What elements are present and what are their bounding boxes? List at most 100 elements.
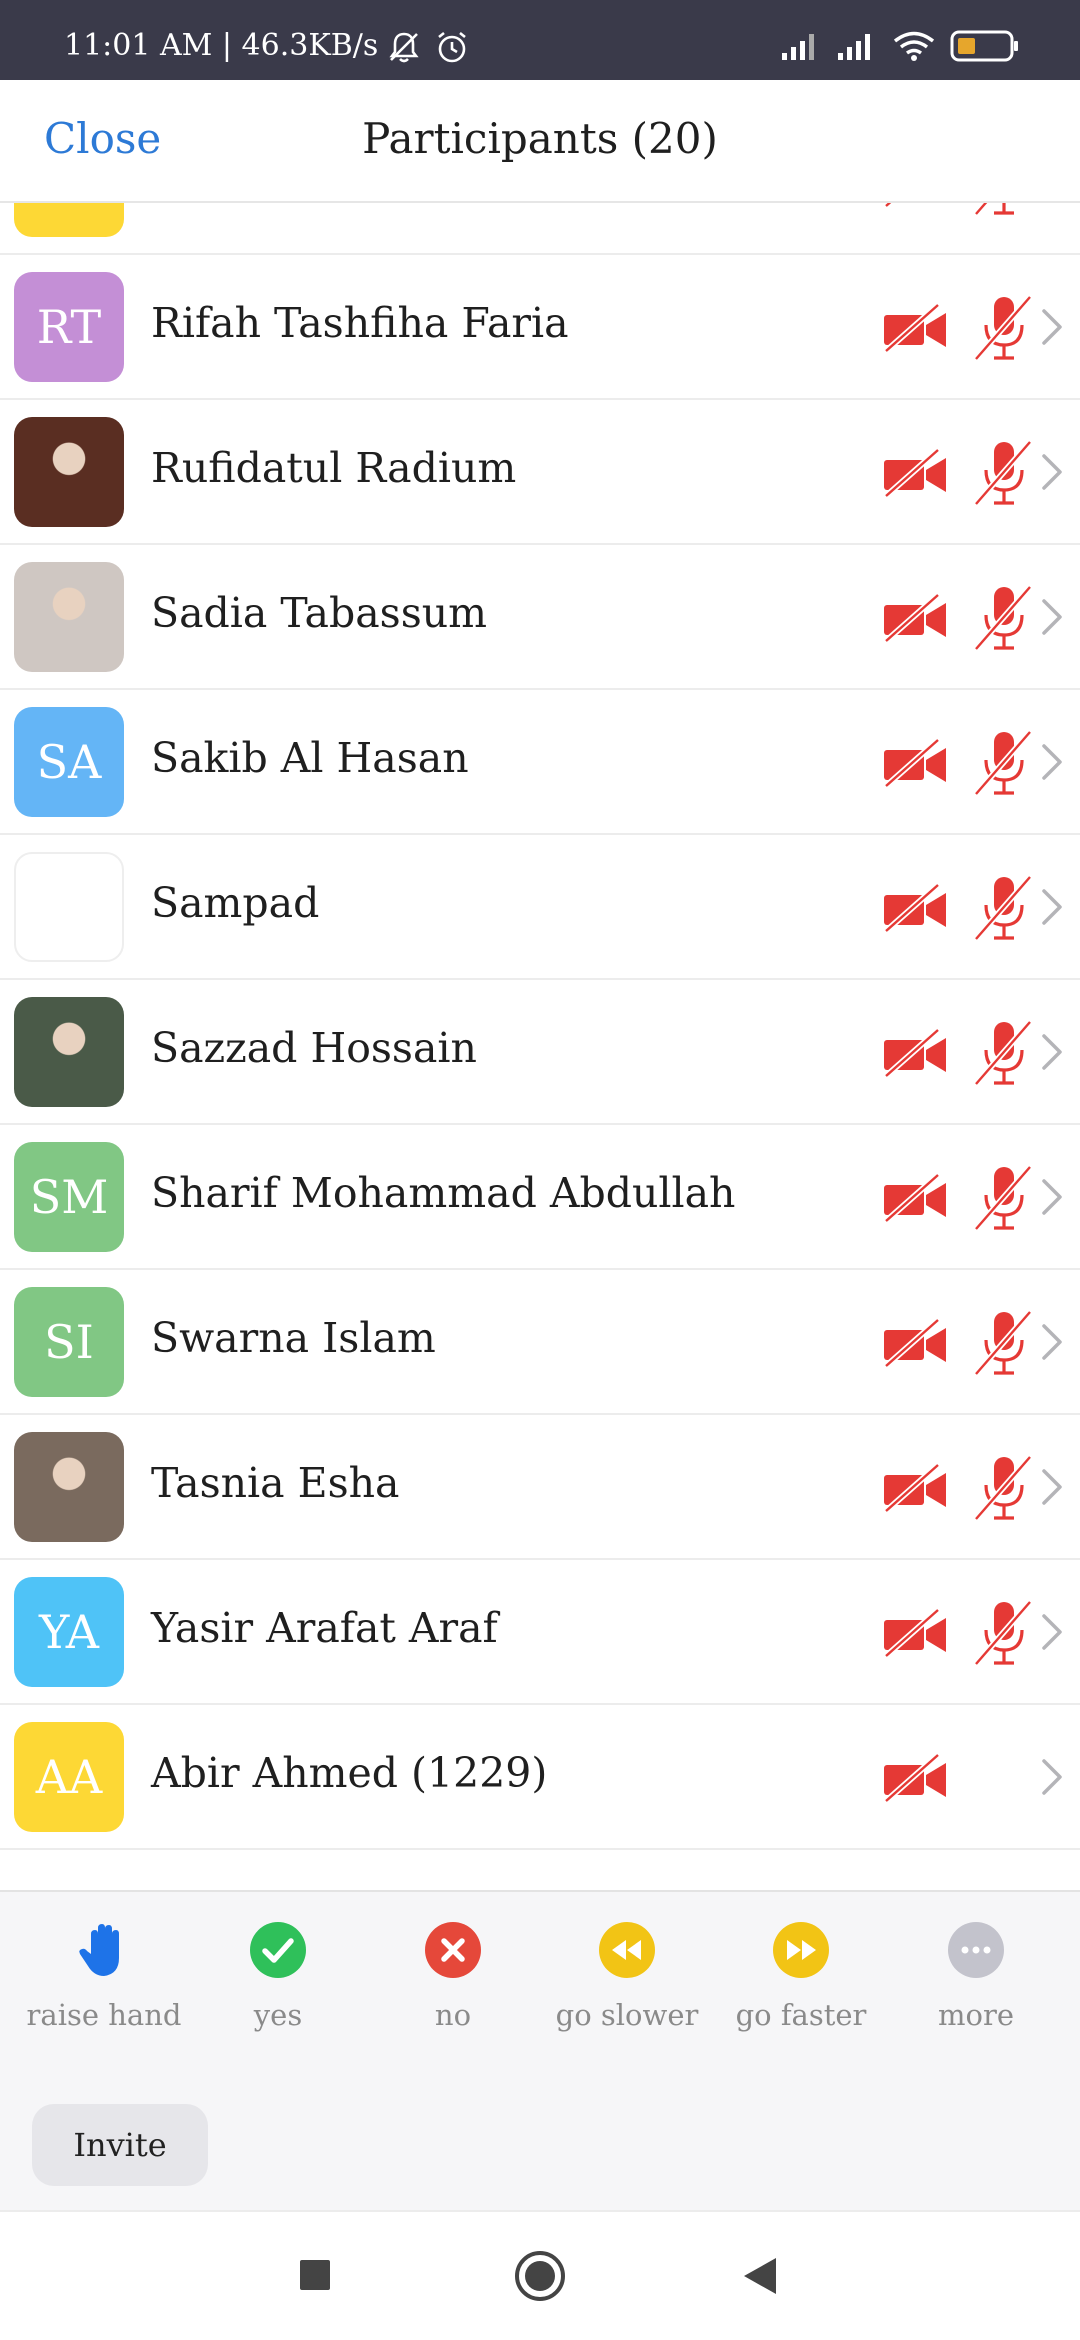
go-slower-button[interactable]: go slower [547, 1920, 707, 2032]
video-off-icon [882, 447, 948, 499]
chevron-right-icon[interactable] [1040, 1612, 1064, 1652]
participant-row[interactable]: SI Swarna Islam [0, 1270, 1080, 1415]
participant-list[interactable]: RIRakibul Islam RT Rifah Tashfiha Faria Ruf… [0, 203, 1080, 1890]
video-off-icon [882, 592, 948, 644]
video-off-icon [882, 1172, 948, 1224]
participant-row[interactable]: Tasnia Esha [0, 1415, 1080, 1560]
avatar-initials: RT [14, 272, 124, 382]
alarm-icon [438, 31, 466, 63]
video-off-icon [882, 882, 948, 934]
participant-row[interactable]: Sadia Tabassum [0, 545, 1080, 690]
chevron-right-icon[interactable] [1040, 307, 1064, 347]
signal-icon [782, 34, 814, 60]
video-off-icon [882, 1607, 948, 1659]
video-off-icon [882, 302, 948, 354]
participant-row[interactable]: SM Sharif Mohammad Abdullah [0, 1125, 1080, 1270]
video-off-icon [882, 1462, 948, 1514]
yes-button[interactable]: yes [198, 1920, 358, 2032]
fast-forward-icon [773, 1922, 829, 1978]
raise-hand-icon [79, 1924, 119, 1976]
participant-name: Sazzad Hossain [151, 1024, 477, 1072]
participant-name: Swarna Islam [151, 1314, 436, 1362]
mic-muted-icon [972, 873, 1036, 943]
battery-icon [950, 30, 1018, 62]
chevron-right-icon[interactable] [1040, 452, 1064, 492]
yes-label: yes [253, 1998, 303, 2032]
circle-home-icon[interactable] [514, 2250, 566, 2302]
check-icon [250, 1922, 306, 1978]
back-triangle-icon[interactable] [742, 2256, 778, 2296]
more-button[interactable]: more [896, 1920, 1056, 2032]
mic-muted-icon [972, 1598, 1036, 1668]
mic-muted-icon [972, 438, 1036, 508]
participant-row[interactable]: SA Sakib Al Hasan [0, 690, 1080, 835]
close-icon [425, 1922, 481, 1978]
participant-name: Sakib Al Hasan [151, 734, 469, 782]
chevron-right-icon[interactable] [1040, 1757, 1064, 1797]
chevron-right-icon[interactable] [1040, 1467, 1064, 1507]
video-off-icon [882, 203, 948, 209]
participant-row[interactable]: AA Abir Ahmed (1229) [0, 1705, 1080, 1850]
status-time: 11:01 AM | 46.3KB/s [64, 28, 379, 63]
avatar [14, 852, 124, 962]
status-right-icons [780, 26, 1020, 66]
mic-muted-icon [972, 1453, 1036, 1523]
mic-muted-icon [972, 1308, 1036, 1378]
mic-muted-icon [972, 203, 1036, 218]
participant-row[interactable]: RT Rifah Tashfiha Faria [0, 255, 1080, 400]
wifi-icon [893, 31, 935, 61]
participant-row[interactable]: Sampad [0, 835, 1080, 980]
participant-name: Sadia Tabassum [151, 589, 488, 637]
video-off-icon [882, 737, 948, 789]
participants-header: Close Participants (20) [0, 80, 1080, 203]
avatar [14, 997, 124, 1107]
avatar [14, 417, 124, 527]
avatar-initials: YA [14, 1577, 124, 1687]
mic-muted-icon [972, 293, 1036, 363]
square-icon[interactable] [298, 2258, 332, 2292]
chevron-right-icon[interactable] [1040, 742, 1064, 782]
raise-hand-button[interactable]: raise hand [24, 1920, 184, 2032]
avatar-initials: SM [14, 1142, 124, 1252]
no-button[interactable]: no [373, 1920, 533, 2032]
go-faster-button[interactable]: go faster [721, 1920, 881, 2032]
status-left-icons [385, 28, 471, 66]
participant-name: Tasnia Esha [151, 1459, 400, 1507]
more-icon [948, 1922, 1004, 1978]
participant-name: Rifah Tashfiha Faria [151, 299, 569, 347]
mic-muted-icon [972, 1018, 1036, 1088]
mic-muted-icon [972, 583, 1036, 653]
participant-row[interactable]: RIRakibul Islam [0, 203, 1080, 255]
participant-name: Rufidatul Radium [151, 444, 517, 492]
video-off-icon [882, 1027, 948, 1079]
avatar-initials: SA [14, 707, 124, 817]
avatar [14, 1432, 124, 1542]
invite-button[interactable]: Invite [32, 2104, 208, 2186]
chevron-right-icon[interactable] [1040, 1322, 1064, 1362]
chevron-right-icon[interactable] [1040, 597, 1064, 637]
mute-icon [389, 32, 419, 63]
participant-name: Sampad [151, 879, 320, 927]
avatar-initials: AA [14, 1722, 124, 1832]
more-label: more [938, 1998, 1014, 2032]
participant-list-content: RIRakibul Islam RT Rifah Tashfiha Faria Ruf… [0, 203, 1080, 1850]
participant-row[interactable]: Rufidatul Radium [0, 400, 1080, 545]
participant-name: Yasir Arafat Araf [151, 1604, 498, 1652]
avatar-initials: RI [14, 203, 124, 237]
system-nav-bar [0, 2210, 1080, 2340]
signal-icon [838, 34, 870, 60]
no-label: no [434, 1998, 472, 2032]
rewind-icon [599, 1922, 655, 1978]
chevron-right-icon[interactable] [1040, 887, 1064, 927]
chevron-right-icon[interactable] [1040, 1177, 1064, 1217]
avatar [14, 562, 124, 672]
video-off-icon [882, 1317, 948, 1369]
page-title: Participants (20) [362, 114, 718, 163]
raise-hand-label: raise hand [26, 1998, 182, 2032]
go-slower-label: go slower [555, 1998, 699, 2032]
participant-name: Abir Ahmed (1229) [151, 1749, 548, 1797]
go-faster-label: go faster [735, 1998, 867, 2032]
chevron-right-icon[interactable] [1040, 1032, 1064, 1072]
participant-row[interactable]: Sazzad Hossain [0, 980, 1080, 1125]
participant-row[interactable]: YA Yasir Arafat Araf [0, 1560, 1080, 1705]
